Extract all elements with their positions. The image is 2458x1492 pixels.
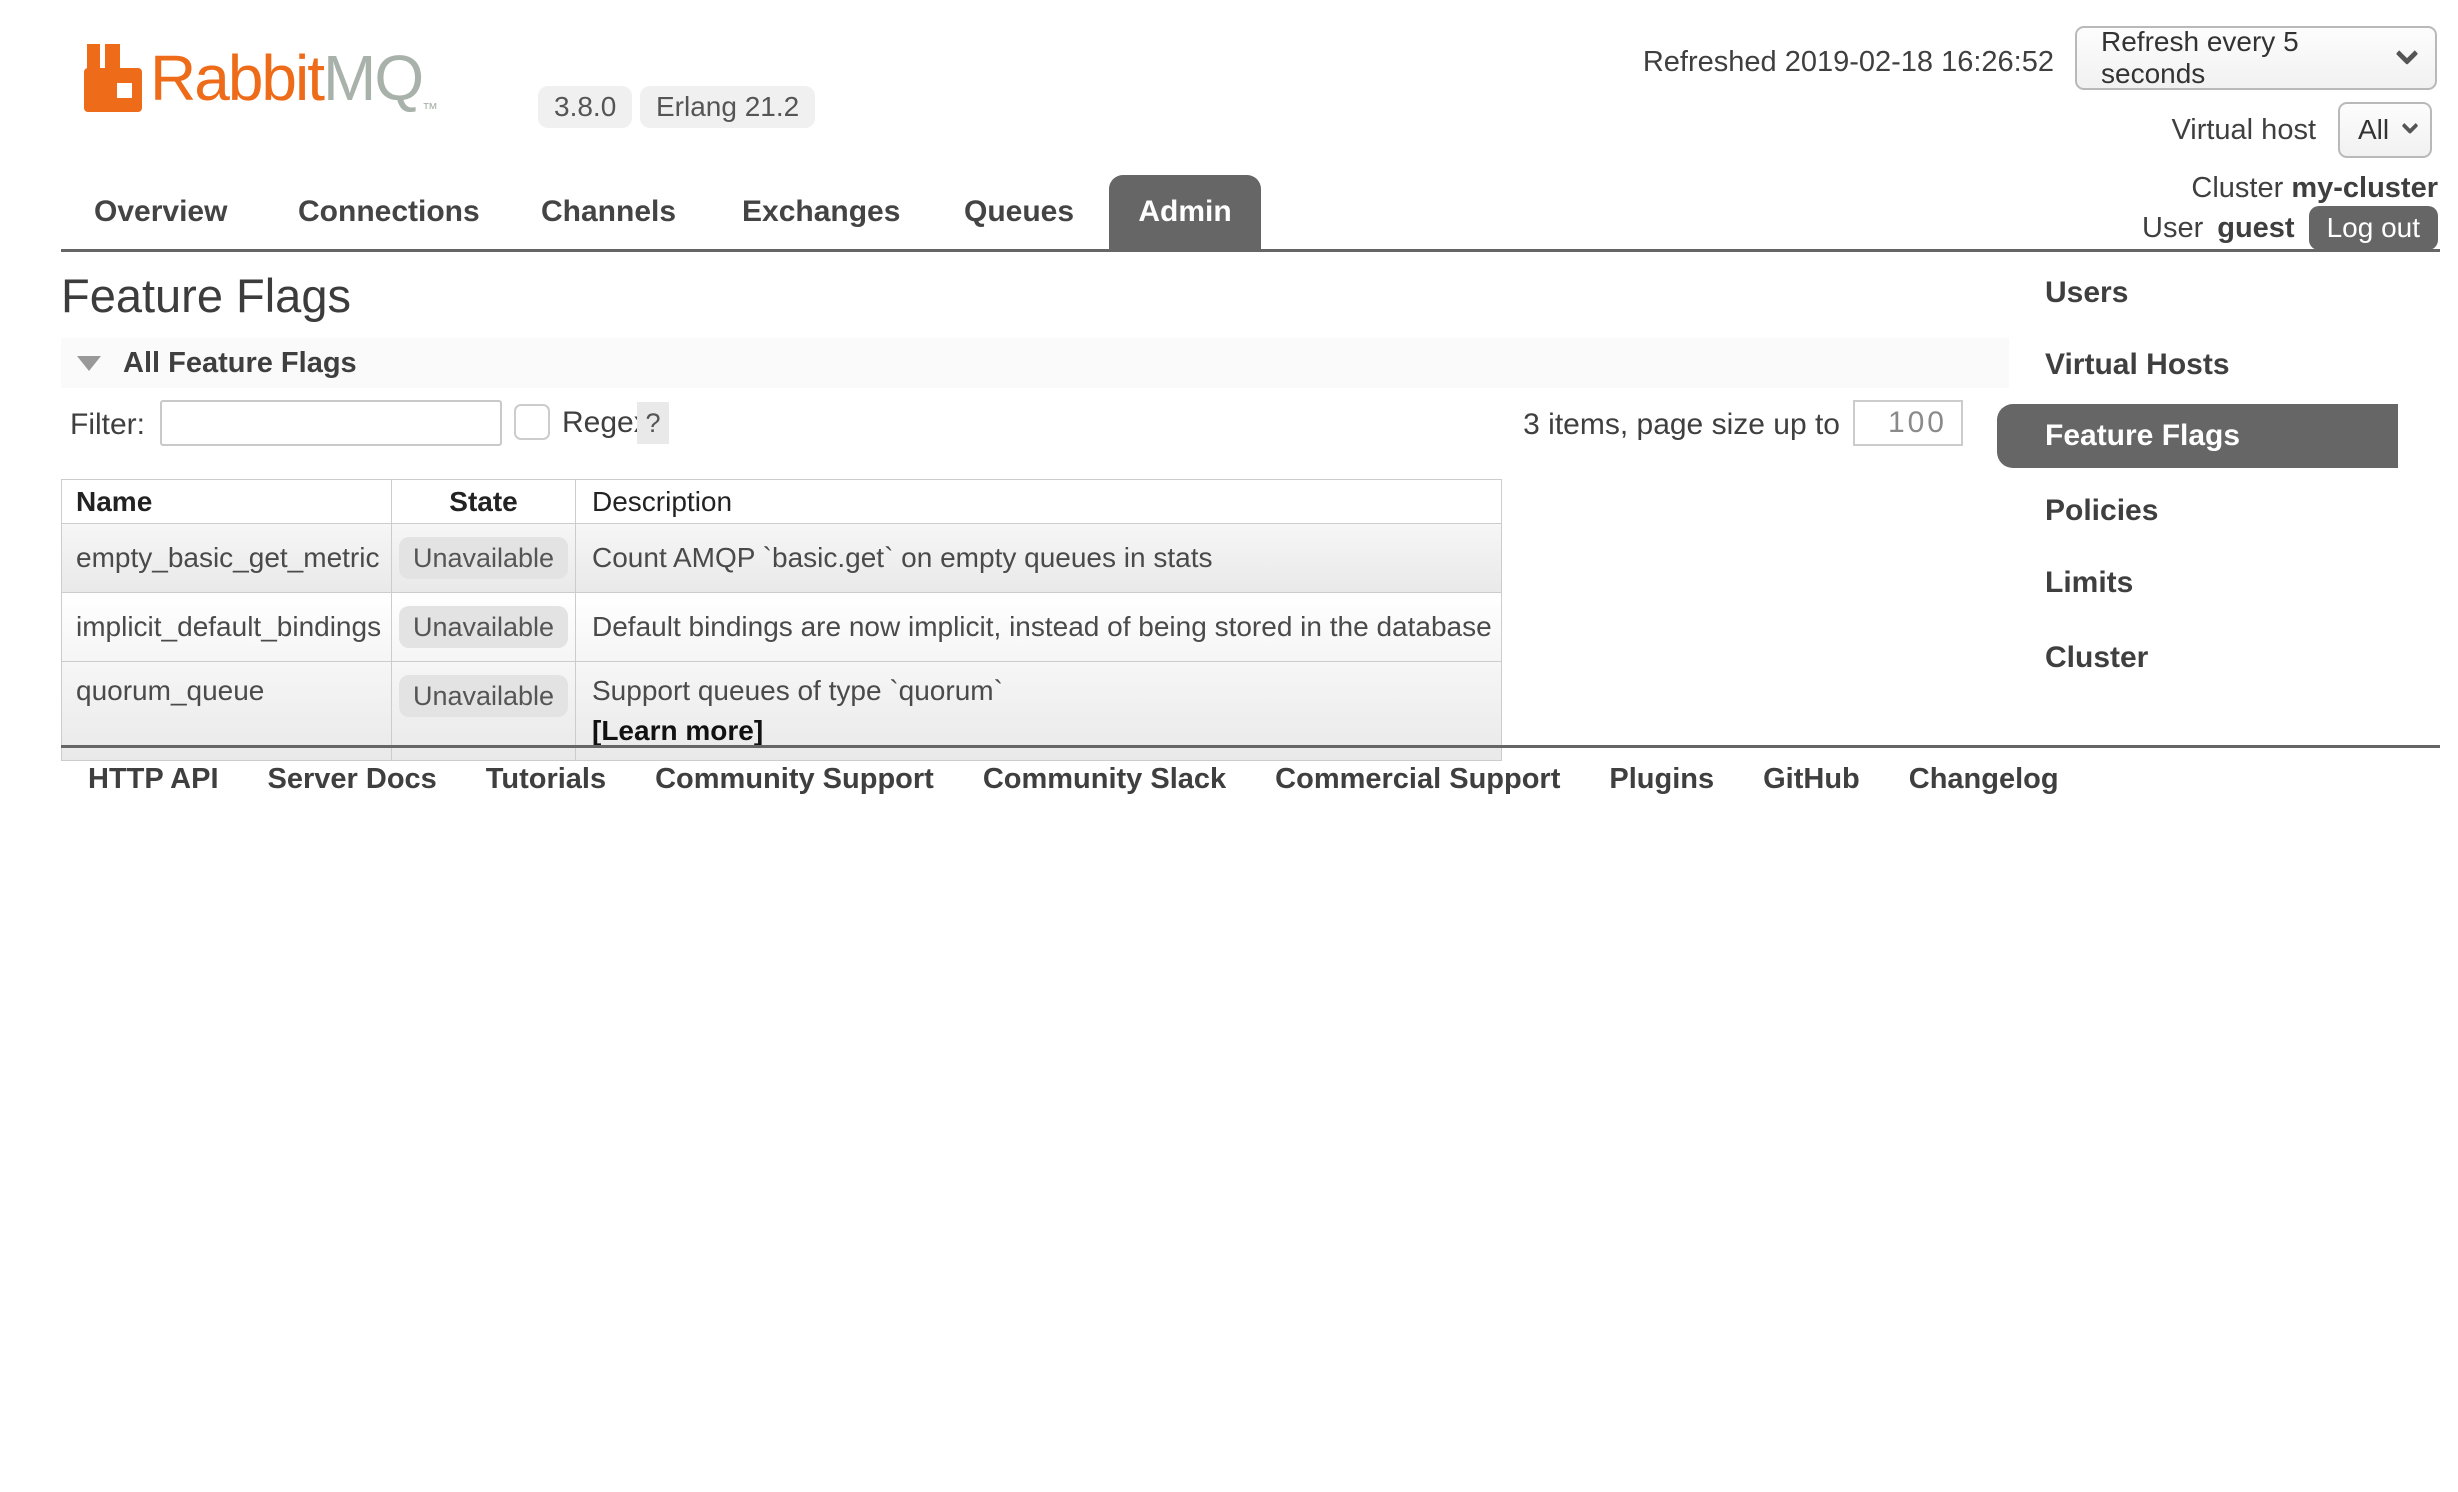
table-row: implicit_default_bindings Unavailable De… — [62, 593, 1502, 662]
footer-link-changelog[interactable]: Changelog — [1909, 763, 2059, 796]
feature-flag-description: Default bindings are now implicit, inste… — [576, 593, 1502, 662]
refresh-interval-select[interactable]: Refresh every 5 seconds — [2075, 26, 2437, 90]
cluster-label: Cluster — [2191, 172, 2283, 204]
chevron-down-icon — [2402, 117, 2419, 134]
sidebar-item-users[interactable]: Users — [2045, 276, 2128, 310]
footer-link-server-docs[interactable]: Server Docs — [268, 763, 437, 796]
learn-more-link[interactable]: [Learn more] — [592, 715, 1501, 747]
feature-flag-description: Count AMQP `basic.get` on empty queues i… — [576, 524, 1502, 593]
trademark-symbol: ™ — [422, 101, 438, 118]
tab-exchanges[interactable]: Exchanges — [742, 175, 900, 249]
page-size-input[interactable] — [1853, 400, 1963, 446]
items-page-size-label: 3 items, page size up to — [1523, 408, 1840, 442]
status-badge: Unavailable — [399, 537, 568, 579]
virtual-host-select[interactable]: All — [2338, 102, 2432, 158]
logout-button[interactable]: Log out — [2309, 206, 2438, 250]
footer-link-community-slack[interactable]: Community Slack — [983, 763, 1226, 796]
table-header-row: Name State Description — [62, 480, 1502, 524]
user-label: User — [2142, 212, 2203, 245]
regex-label: Regex — [562, 406, 649, 440]
rabbitmq-management-page: RabbitMQ™ 3.8.0 Erlang 21.2 Refreshed 20… — [0, 0, 2458, 1492]
refreshed-timestamp: Refreshed 2019-02-18 16:26:52 — [1643, 46, 2054, 79]
tab-overview[interactable]: Overview — [94, 175, 227, 249]
all-feature-flags-section-header[interactable]: All Feature Flags — [61, 338, 2009, 388]
feature-flag-name: empty_basic_get_metric — [62, 524, 392, 593]
column-header-name[interactable]: Name — [62, 480, 392, 524]
user-info: User guest Log out — [2142, 206, 2438, 250]
feature-flag-description: Support queues of type `quorum` — [592, 675, 1501, 707]
tab-channels[interactable]: Channels — [541, 175, 676, 249]
feature-flag-name: implicit_default_bindings — [62, 593, 392, 662]
nav-divider — [61, 249, 2440, 252]
feature-flag-state-cell: Unavailable — [392, 524, 576, 593]
tab-admin[interactable]: Admin — [1109, 175, 1261, 249]
collapse-triangle-icon — [77, 356, 101, 371]
column-header-state[interactable]: State — [392, 480, 576, 524]
rabbitmq-rabbit-icon — [84, 44, 142, 112]
table-row: empty_basic_get_metric Unavailable Count… — [62, 524, 1502, 593]
status-badge: Unavailable — [399, 606, 568, 648]
version-badge: 3.8.0 — [538, 86, 632, 128]
sidebar-item-feature-flags[interactable]: Feature Flags — [1997, 404, 2398, 468]
regex-checkbox[interactable] — [514, 404, 550, 440]
erlang-version-badge: Erlang 21.2 — [640, 86, 815, 128]
tab-queues[interactable]: Queues — [964, 175, 1074, 249]
virtual-host-label: Virtual host — [2171, 114, 2316, 147]
footer-divider — [61, 745, 2440, 748]
footer-links: HTTP API Server Docs Tutorials Community… — [88, 763, 2059, 796]
filter-label: Filter: — [70, 408, 145, 442]
status-badge: Unavailable — [399, 675, 568, 717]
rabbitmq-logo[interactable]: RabbitMQ™ — [84, 44, 438, 144]
refresh-interval-value: Refresh every 5 seconds — [2101, 26, 2399, 90]
user-name: guest — [2217, 212, 2294, 245]
footer-link-community-support[interactable]: Community Support — [655, 763, 934, 796]
cluster-name: my-cluster — [2291, 172, 2438, 204]
sidebar-item-virtual-hosts[interactable]: Virtual Hosts — [2045, 348, 2230, 382]
column-header-description: Description — [576, 480, 1502, 524]
footer-link-tutorials[interactable]: Tutorials — [486, 763, 606, 796]
cluster-info: Cluster my-cluster — [2191, 172, 2438, 205]
feature-flags-table: Name State Description empty_basic_get_m… — [61, 479, 1502, 761]
footer-link-github[interactable]: GitHub — [1763, 763, 1860, 796]
filter-input[interactable] — [160, 400, 502, 446]
sidebar-item-limits[interactable]: Limits — [2045, 566, 2133, 600]
section-title: All Feature Flags — [123, 347, 357, 380]
logo-wordmark: RabbitMQ™ — [150, 44, 438, 144]
footer-link-http-api[interactable]: HTTP API — [88, 763, 219, 796]
sidebar-item-policies[interactable]: Policies — [2045, 494, 2158, 528]
virtual-host-value: All — [2358, 114, 2389, 146]
feature-flag-state-cell: Unavailable — [392, 593, 576, 662]
regex-help-icon[interactable]: ? — [637, 402, 669, 444]
page-title: Feature Flags — [61, 268, 351, 323]
sidebar-item-cluster[interactable]: Cluster — [2045, 641, 2148, 675]
footer-link-plugins[interactable]: Plugins — [1609, 763, 1714, 796]
tab-connections[interactable]: Connections — [298, 175, 480, 249]
footer-link-commercial-support[interactable]: Commercial Support — [1275, 763, 1560, 796]
chevron-down-icon — [2396, 42, 2419, 65]
